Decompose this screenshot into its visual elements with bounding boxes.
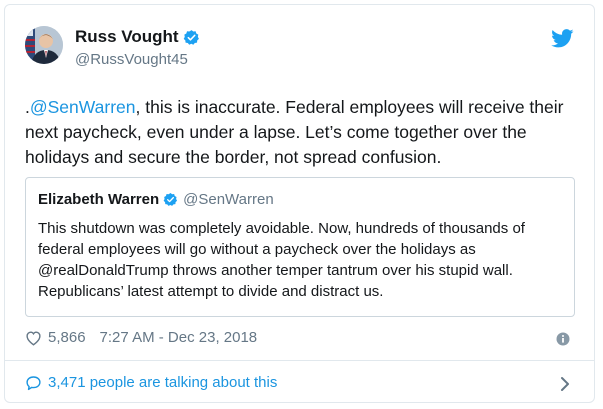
info-icon[interactable] [556,332,570,346]
timestamp[interactable]: 7:27 AM - Dec 23, 2018 [100,329,258,346]
quoted-header: Elizabeth Warren @SenWarren [38,191,274,208]
author-name-row[interactable]: Russ Vought [75,27,200,47]
avatar[interactable] [25,26,63,64]
heart-icon[interactable] [25,330,42,346]
tweet-card: Russ Vought @RussVought45 .@SenWarren, t… [4,4,595,403]
quoted-tweet[interactable]: Elizabeth Warren @SenWarren This shutdow… [25,177,575,317]
avatar-image [25,26,63,64]
divider [5,360,594,361]
tweet-text: .@SenWarren, this is inaccurate. Federal… [25,95,585,170]
verified-badge-icon [183,29,199,45]
quoted-author-name[interactable]: Elizabeth Warren [38,191,159,208]
chevron-right-icon[interactable] [560,376,570,392]
conversation-label[interactable]: 3,471 people are talking about this [48,374,277,391]
tweet-meta: 5,866 7:27 AM - Dec 23, 2018 [25,329,257,346]
reply-bubble-icon [26,375,41,390]
like-count[interactable]: 5,866 [48,329,86,346]
conversation-link[interactable]: 3,471 people are talking about this [25,374,277,391]
author-handle[interactable]: @RussVought45 [75,51,188,68]
verified-badge-icon [163,192,178,206]
mention-link[interactable]: @SenWarren [30,97,136,117]
quoted-text: This shutdown was completely avoidable. … [38,220,525,300]
twitter-bird-icon[interactable] [551,29,574,48]
quoted-author-handle[interactable]: @SenWarren [183,191,274,208]
author-name[interactable]: Russ Vought [75,27,179,47]
